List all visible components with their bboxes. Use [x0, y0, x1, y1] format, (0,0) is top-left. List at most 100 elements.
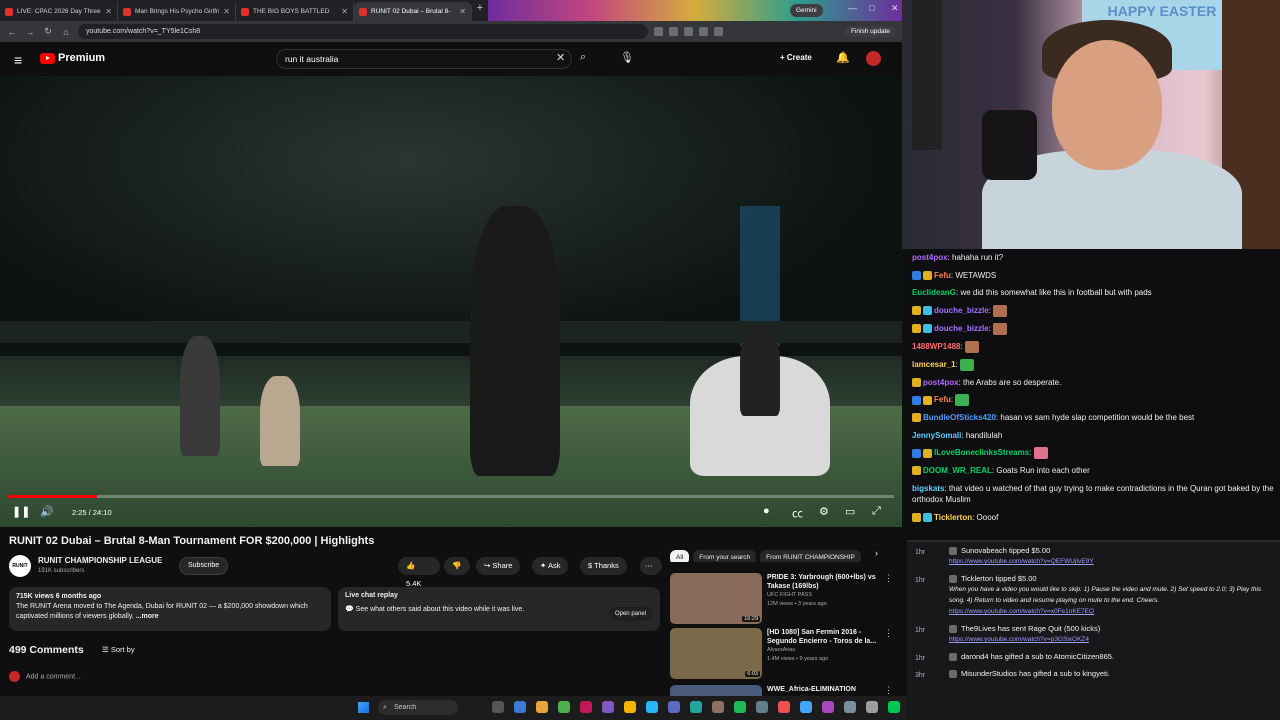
channel-avatar[interactable]: RUNIT	[9, 555, 31, 577]
event-link[interactable]: https://www.youtube.com/watch?v=p3GSixOK…	[949, 636, 1089, 643]
chip-from-search[interactable]: From your search	[693, 550, 757, 562]
taskbar-search-field[interactable]: ⌕ Search	[378, 700, 458, 715]
chat-username[interactable]: 1488WP1488	[912, 342, 960, 351]
app-icon[interactable]	[844, 701, 856, 713]
hamburger-menu-icon[interactable]: ≡	[14, 52, 22, 68]
recommended-video[interactable]: 6:03 [HD 1080] San Fermin 2016 - Segundo…	[670, 628, 896, 680]
ask-button[interactable]: ✦ Ask	[532, 557, 569, 575]
pause-icon[interactable]: ❚❚	[12, 505, 30, 518]
extension-icon[interactable]	[669, 27, 678, 36]
chat-username[interactable]: post4pox	[912, 253, 948, 262]
recommended-title[interactable]: PRIDE 3: Yarbrough (600+lbs) vs Takase (…	[767, 573, 879, 591]
chat-username[interactable]: Fefu	[934, 395, 951, 404]
recommended-title[interactable]: [HD 1080] San Fermin 2016 - Segundo Enci…	[767, 628, 879, 646]
browser-tab[interactable]: Man Brings His Psycho Girlfrien ✕	[118, 2, 236, 21]
close-tab-icon[interactable]: ✕	[459, 7, 466, 16]
search-input[interactable]: run it australia	[276, 49, 572, 69]
account-avatar[interactable]	[866, 51, 881, 66]
more-actions-button[interactable]: ⋯	[640, 557, 662, 575]
finish-update-button[interactable]: Finish update	[844, 26, 896, 37]
file-explorer-icon[interactable]	[536, 701, 548, 713]
chip-from-channel[interactable]: From RUNIT CHAMPIONSHIP	[760, 550, 861, 562]
notifications-bell-icon[interactable]: 🔔	[836, 51, 850, 64]
app-icon[interactable]	[668, 701, 680, 713]
event-link[interactable]: https://www.youtube.com/watch?v=x0Fe1nKE…	[949, 608, 1094, 615]
sort-by-button[interactable]: ☰ Sort by	[102, 645, 135, 654]
video-progress-bar[interactable]	[8, 495, 894, 498]
chat-username[interactable]: BundleOfSticks420	[923, 413, 996, 422]
app-icon[interactable]	[778, 701, 790, 713]
discord-icon[interactable]	[602, 701, 614, 713]
chat-username[interactable]: douche_bizzle	[934, 324, 989, 333]
browser-tab[interactable]: THE BIG BOYS BATTLED ✕	[236, 2, 354, 21]
subscribe-button[interactable]: Subscribe	[179, 557, 229, 575]
app-icon[interactable]	[888, 701, 900, 713]
autoplay-toggle-icon[interactable]: ●	[763, 505, 770, 517]
browser-tab[interactable]: LIVE: CPAC 2026 Day Three Fe ✕	[0, 2, 118, 21]
like-button[interactable]: 👍 5.4K	[398, 557, 440, 588]
extension-icon[interactable]	[714, 27, 723, 36]
reload-icon[interactable]: ↻	[42, 26, 54, 37]
url-field[interactable]: youtube.com/watch?v=_TY5le1Csh8	[78, 24, 648, 39]
create-button[interactable]: + Create	[780, 53, 812, 62]
windows-start-icon[interactable]	[358, 702, 369, 713]
open-panel-button[interactable]: Open panel	[608, 607, 652, 621]
more-vertical-icon[interactable]: ⋮	[884, 685, 893, 696]
new-tab-button[interactable]: +	[472, 2, 488, 21]
chat-username[interactable]: EuclideanG	[912, 288, 956, 297]
chevron-right-icon[interactable]: ›	[875, 548, 878, 558]
chat-username[interactable]: post4pox	[923, 378, 959, 387]
task-view-icon[interactable]	[492, 701, 504, 713]
close-tab-icon[interactable]: ✕	[105, 7, 112, 16]
recommended-video[interactable]: WWE_Africa-ELIMINATION ⋮	[670, 685, 896, 696]
video-player[interactable]: ❚❚ 🔊 2:25 / 24:10 ● ㏄ ⚙ ▭ ⤢	[0, 76, 902, 527]
channel-name[interactable]: RUNIT CHAMPIONSHIP LEAGUE	[38, 556, 162, 565]
search-icon[interactable]: ⌕	[580, 51, 586, 64]
close-tab-icon[interactable]: ✕	[223, 7, 230, 16]
volume-icon[interactable]: 🔊	[40, 505, 54, 518]
chat-username[interactable]: JennySomali	[912, 431, 961, 440]
forward-icon[interactable]: →	[24, 27, 36, 37]
app-icon[interactable]	[822, 701, 834, 713]
close-window-icon[interactable]: ✕	[891, 3, 899, 14]
clear-search-icon[interactable]: ✕	[556, 51, 565, 64]
app-icon[interactable]	[712, 701, 724, 713]
maximize-icon[interactable]: □	[869, 3, 874, 13]
share-button[interactable]: ↪ Share	[476, 557, 521, 575]
description-box[interactable]: 715K views 6 months ago The RUNIT Arena …	[9, 587, 331, 631]
gemini-button[interactable]: Gemini	[790, 4, 823, 17]
app-icon[interactable]	[866, 701, 878, 713]
chat-username[interactable]: Fefu	[934, 271, 951, 280]
spotify-icon[interactable]	[734, 701, 746, 713]
settings-gear-icon[interactable]: ⚙	[819, 505, 829, 518]
thanks-button[interactable]: $ Thanks	[580, 557, 627, 575]
app-icon[interactable]	[800, 701, 812, 713]
video-thumbnail[interactable]: 6:03	[670, 628, 762, 679]
app-icon[interactable]	[756, 701, 768, 713]
add-comment-field[interactable]: Add a comment...	[9, 671, 81, 682]
microphone-icon[interactable]: 🎙	[620, 51, 634, 64]
home-icon[interactable]: ⌂	[60, 27, 72, 37]
youtube-logo[interactable]: Premium	[40, 52, 105, 64]
extension-icon[interactable]	[654, 27, 663, 36]
obs-icon[interactable]	[580, 701, 592, 713]
chat-username[interactable]: lamcesar_1	[912, 360, 956, 369]
chat-username[interactable]: douche_bizzle	[934, 306, 989, 315]
chat-username[interactable]: DOOM_WR_REAL	[923, 466, 992, 475]
dislike-button[interactable]: 👎	[444, 557, 470, 575]
video-thumbnail[interactable]	[670, 685, 762, 696]
back-icon[interactable]: ←	[6, 27, 18, 37]
extension-icon[interactable]	[684, 27, 693, 36]
chat-username[interactable]: Ticklerton	[934, 513, 972, 522]
minimize-icon[interactable]: —	[848, 3, 857, 13]
fullscreen-icon[interactable]: ⤢	[872, 505, 881, 518]
chat-username[interactable]: bigskats	[912, 484, 944, 493]
app-icon[interactable]	[646, 701, 658, 713]
captions-icon[interactable]: ㏄	[792, 505, 803, 521]
more-vertical-icon[interactable]: ⋮	[884, 573, 893, 584]
description-more-link[interactable]: ...more	[136, 613, 159, 620]
extension-icon[interactable]	[699, 27, 708, 36]
more-vertical-icon[interactable]: ⋮	[884, 628, 893, 639]
edge-browser-icon[interactable]	[514, 701, 526, 713]
recommended-title[interactable]: WWE_Africa-ELIMINATION	[767, 685, 879, 694]
